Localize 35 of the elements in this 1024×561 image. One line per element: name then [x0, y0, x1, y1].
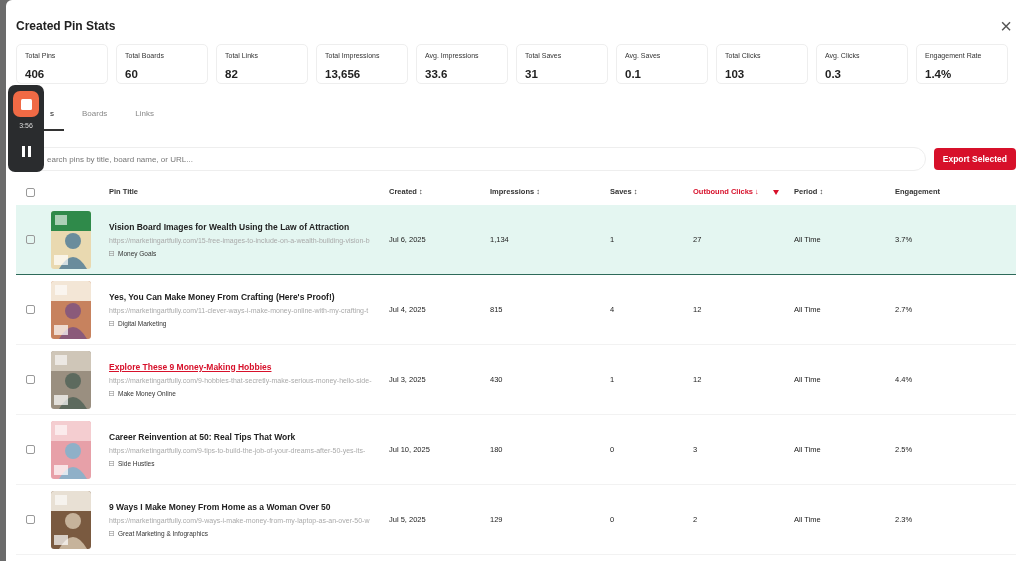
stat-value: 13,656 [325, 66, 362, 82]
stat-value: 31 [525, 66, 539, 82]
board-icon [109, 251, 114, 257]
stat-value: 0.1 [625, 66, 642, 82]
pause-icon [21, 145, 31, 157]
select-all-checkbox[interactable] [26, 187, 35, 197]
stop-icon [20, 98, 32, 110]
stat-value: 0.3 [825, 66, 842, 82]
board-icon [109, 531, 114, 537]
stat-value: 103 [725, 66, 746, 82]
row-checkbox[interactable] [26, 375, 35, 384]
pin-title-link[interactable]: Career Reinvention at 50: Real Tips That Work [109, 431, 296, 442]
row-checkbox[interactable] [26, 235, 35, 244]
board-icon [109, 391, 114, 397]
row-checkbox[interactable] [26, 305, 35, 314]
pin-title-link[interactable]: 9 Ways I Make Money From Home as a Woman Over 50 [109, 501, 331, 512]
stat-value: 60 [125, 66, 139, 82]
close-button[interactable]: × [1000, 16, 1012, 36]
stat-value: 1.4% [925, 66, 953, 82]
filter-caret-icon[interactable] [772, 189, 779, 195]
board-icon [109, 321, 114, 327]
export-button[interactable]: Export Selected [933, 147, 1016, 171]
board-icon [109, 461, 114, 467]
pin-title-link[interactable]: Yes, You Can Make Money From Crafting (Here's Proof!) [109, 291, 335, 302]
pin-title-link[interactable]: Vision Board Images for Wealth Using the Law of Attraction [109, 221, 350, 232]
stat-value: 82 [225, 66, 239, 82]
stop-button[interactable] [13, 91, 39, 117]
stat-value: 33.6 [425, 66, 449, 82]
tab[interactable]: Boards [72, 108, 118, 131]
stat-value: 406 [25, 66, 46, 82]
row-checkbox[interactable] [26, 445, 35, 454]
dialog-title: Created Pin Stats [16, 18, 116, 35]
tab[interactable]: Links [125, 108, 165, 131]
row-checkbox[interactable] [26, 515, 35, 524]
pin-title-link[interactable]: Explore These 9 Money-Making Hobbies [109, 361, 272, 372]
